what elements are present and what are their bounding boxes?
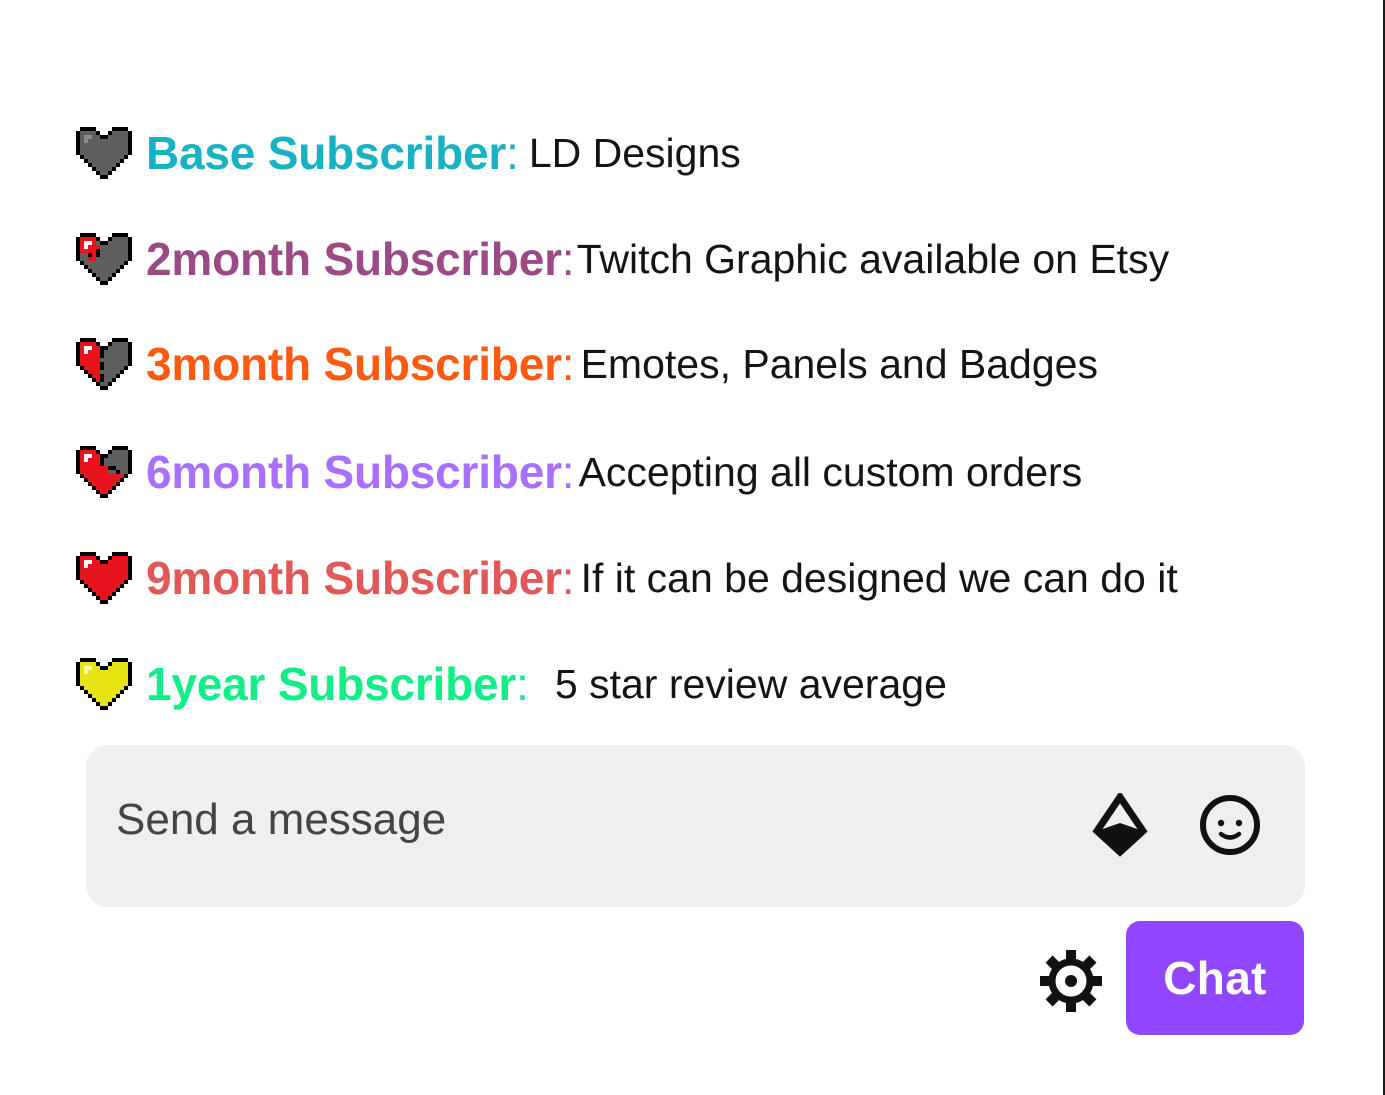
message-text: If it can be designed we can do it [580, 554, 1178, 601]
three-quarter-red-pixel-heart-icon [76, 442, 136, 502]
name-colon: : [561, 552, 575, 604]
subscriber-name[interactable]: 6month Subscriber [146, 445, 562, 499]
half-red-pixel-heart-icon [76, 334, 136, 394]
smiley-face-icon[interactable] [1197, 792, 1263, 858]
message-text: Accepting all custom orders [578, 448, 1083, 495]
subscriber-name[interactable]: 9month Subscriber [146, 551, 562, 605]
message-text: 5 star review average [554, 660, 947, 707]
full-red-pixel-heart-icon [76, 548, 136, 608]
message-text: Twitch Graphic available on Etsy [576, 235, 1170, 282]
bits-icon[interactable] [1089, 790, 1151, 857]
subscriber-name[interactable]: 2month Subscriber [146, 232, 562, 286]
gray-pixel-heart-icon [76, 123, 136, 183]
chat-input-placeholder: Send a message [116, 795, 447, 844]
chat-message: 3month Subscriber: Emotes, Panels and Bad… [76, 332, 1098, 396]
message-text: Emotes, Panels and Badges [580, 340, 1098, 387]
quarter-red-pixel-heart-icon [76, 229, 136, 289]
subscriber-name[interactable]: 3month Subscriber [146, 337, 562, 391]
name-colon: : [561, 446, 575, 498]
name-colon: : [506, 127, 519, 179]
chat-message: 6month Subscriber: Accepting all custom o… [76, 440, 1082, 504]
chat-message-input[interactable]: Send a message [86, 745, 1305, 907]
subscriber-name[interactable]: 1year Subscriber [146, 657, 516, 711]
subscriber-name[interactable]: Base Subscriber [146, 126, 506, 180]
name-colon: : [561, 233, 575, 285]
chat-message: 1year Subscriber:5 star review average [76, 652, 947, 716]
yellow-pixel-heart-icon [76, 654, 136, 714]
chat-message: Base Subscriber: LD Designs [76, 121, 741, 185]
chat-message: 2month Subscriber: Twitch Graphic availab… [76, 227, 1169, 291]
name-colon: : [561, 338, 575, 390]
gear-icon[interactable] [1036, 946, 1106, 1016]
name-colon: : [516, 658, 529, 710]
chat-button[interactable]: Chat [1126, 921, 1304, 1035]
message-text: LD Designs [528, 129, 741, 176]
chat-message: 9month Subscriber: If it can be designed … [76, 546, 1178, 610]
